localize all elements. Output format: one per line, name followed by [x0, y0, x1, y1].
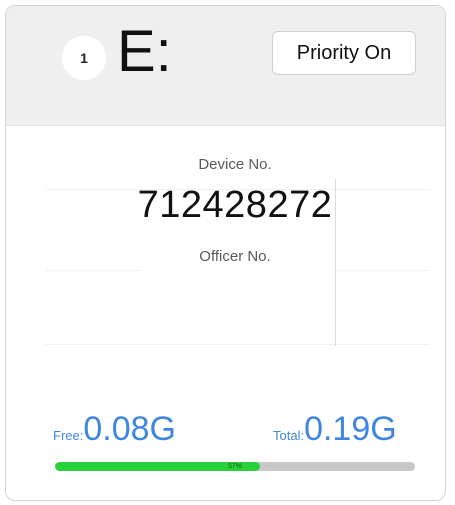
free-storage-value: 0.08G: [83, 410, 176, 448]
drive-card: 1 E: Priority On Device No. 712428272 Of…: [5, 5, 446, 501]
total-storage: Total:0.19G: [273, 410, 397, 449]
device-number-value: 712428272: [137, 184, 333, 226]
storage-usage-progress-bar: 57%: [55, 462, 415, 471]
officer-number-label: Officer No.: [199, 248, 271, 265]
device-number-label: Device No.: [198, 156, 272, 173]
total-storage-value: 0.19G: [304, 410, 397, 448]
free-storage: Free:0.08G: [53, 410, 176, 449]
drive-card-header: 1 E: Priority On: [6, 6, 445, 126]
divider-line: [46, 270, 142, 271]
divider-line: [336, 270, 430, 271]
priority-toggle-button[interactable]: Priority On: [272, 31, 416, 75]
total-storage-label: Total:: [273, 428, 305, 443]
free-storage-label: Free:: [53, 428, 84, 443]
storage-usage-percent: 57%: [227, 463, 242, 470]
drive-letter: E:: [117, 19, 172, 84]
divider-line: [46, 344, 430, 345]
slot-number-badge: 1: [62, 36, 106, 80]
